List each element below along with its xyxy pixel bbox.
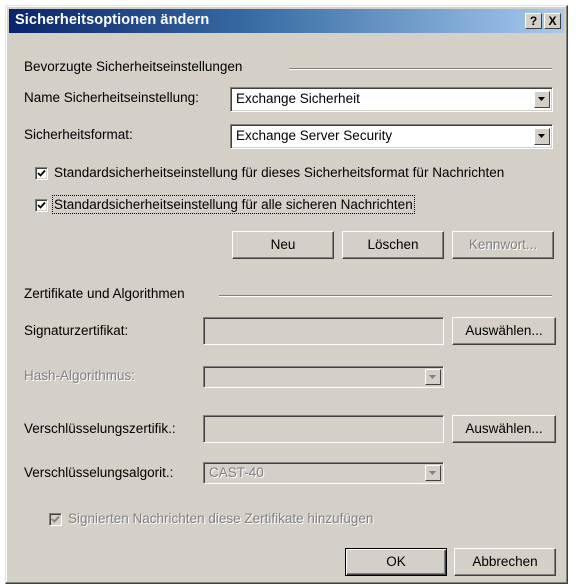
title-bar[interactable]: Sicherheitsoptionen ändern ? X: [9, 9, 564, 33]
preferred-settings-divider: [289, 68, 552, 70]
ok-button[interactable]: OK: [345, 548, 447, 576]
signing-cert-label: Signaturzertifikat:: [24, 323, 129, 338]
chevron-down-icon[interactable]: [534, 91, 550, 108]
send-certs-label[interactable]: Signierten Nachrichten diese Zertifikate…: [68, 511, 373, 526]
hash-algorithm-label: Hash-Algorithmus:: [24, 368, 136, 383]
security-format-value: Exchange Server Security: [236, 128, 393, 143]
encryption-algorithm-combo[interactable]: CAST-40: [203, 462, 444, 484]
hash-algorithm-combo[interactable]: [203, 366, 444, 388]
certificates-divider: [219, 295, 552, 297]
preferred-settings-group-label: Bevorzugte Sicherheitseinstellungen: [24, 59, 243, 74]
encryption-algorithm-label: Verschlüsselungsalgorit.:: [24, 465, 174, 480]
new-button[interactable]: Neu: [232, 231, 334, 259]
signing-choose-button[interactable]: Auswählen...: [452, 317, 556, 345]
encryption-choose-button[interactable]: Auswählen...: [452, 415, 556, 443]
security-format-label: Sicherheitsformat:: [24, 127, 133, 142]
security-options-dialog: Sicherheitsoptionen ändern ? X Bevorzugt…: [5, 5, 568, 584]
encryption-choose-label: Auswählen...: [465, 421, 543, 436]
dialog-title: Sicherheitsoptionen ändern: [15, 12, 210, 28]
security-format-combo[interactable]: Exchange Server Security: [230, 124, 553, 149]
delete-button[interactable]: Löschen: [342, 231, 444, 259]
signing-cert-field: [203, 317, 444, 345]
encryption-algorithm-value: CAST-40: [209, 465, 264, 480]
chevron-down-icon[interactable]: [425, 465, 441, 481]
signing-choose-label: Auswählen...: [465, 323, 543, 338]
chevron-down-icon[interactable]: [425, 369, 441, 385]
default-for-format-label[interactable]: Standardsicherheitseinstellung für diese…: [54, 165, 504, 180]
setting-name-value: Exchange Sicherheit: [236, 91, 360, 106]
default-for-format-checkbox[interactable]: [35, 167, 48, 180]
help-button[interactable]: ?: [525, 13, 542, 29]
setting-name-label: Name Sicherheitseinstellung:: [24, 90, 199, 105]
ok-button-label: OK: [386, 554, 406, 569]
cancel-button-label: Abbrechen: [472, 554, 538, 569]
password-button-label: Kennwort...: [468, 237, 538, 252]
send-certs-checkbox[interactable]: [49, 513, 62, 526]
setting-name-combo[interactable]: Exchange Sicherheit: [230, 87, 553, 112]
chevron-down-icon[interactable]: [534, 128, 550, 145]
new-button-label: Neu: [270, 237, 296, 252]
default-for-all-checkbox[interactable]: [35, 199, 48, 212]
delete-button-label: Löschen: [367, 237, 419, 252]
encryption-cert-label: Verschlüsselungszertifik.:: [24, 421, 176, 436]
close-button[interactable]: X: [544, 13, 561, 29]
password-button[interactable]: Kennwort...: [452, 231, 554, 259]
cancel-button[interactable]: Abbrechen: [454, 548, 556, 576]
default-for-all-label[interactable]: Standardsicherheitseinstellung für alle …: [52, 195, 415, 214]
encryption-cert-field: [203, 415, 444, 443]
certificates-group-label: Zertifikate und Algorithmen: [24, 286, 185, 301]
